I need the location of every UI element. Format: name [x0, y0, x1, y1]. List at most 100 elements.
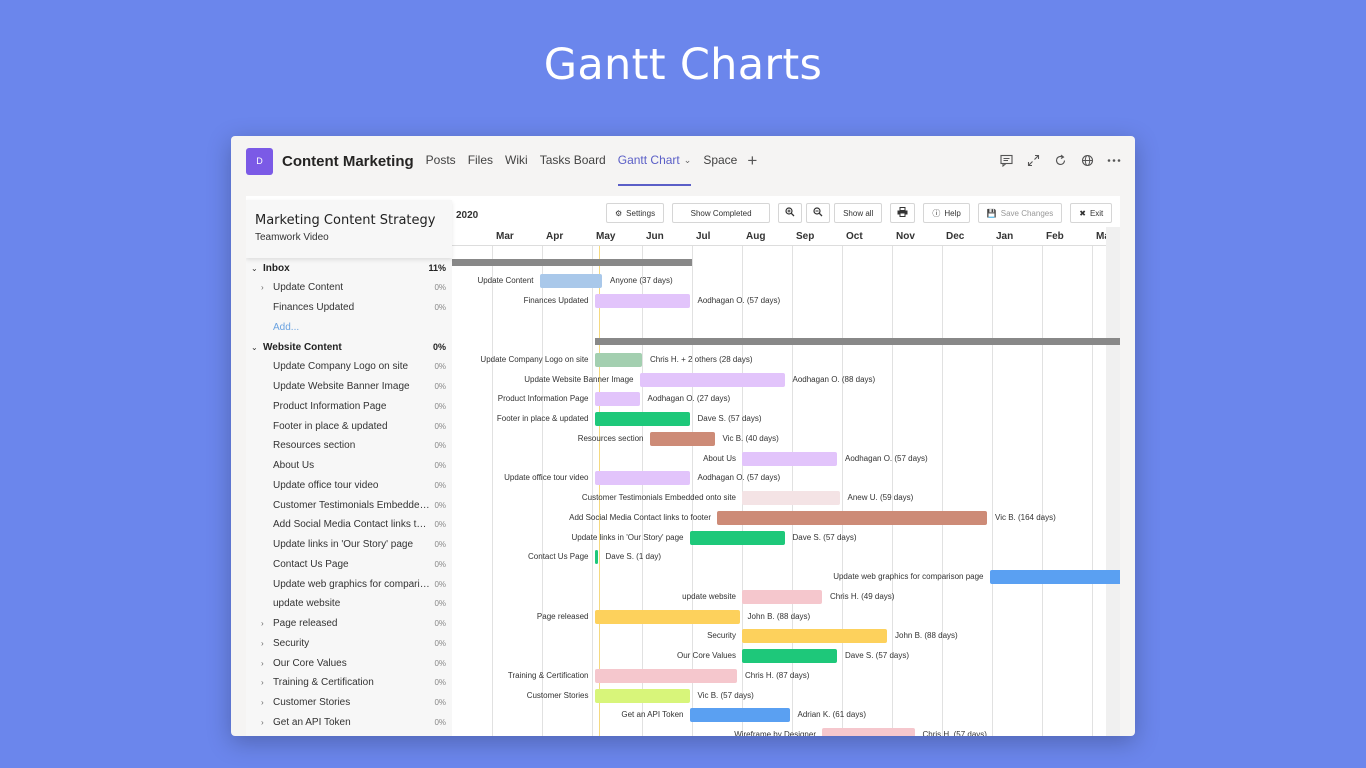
scrollbar[interactable] [1106, 227, 1120, 736]
task-bar[interactable] [742, 491, 840, 505]
task-row[interactable]: › Security 0% [246, 633, 452, 653]
task-bar[interactable] [594, 609, 740, 624]
task-bar[interactable] [594, 471, 690, 486]
show-completed-label: Show Completed [690, 208, 752, 218]
year-label: 2020 [456, 210, 479, 221]
task-progress: 0% [434, 559, 446, 569]
chevron-right-icon[interactable]: › [261, 678, 264, 687]
group-summary-bar[interactable] [594, 338, 1120, 345]
tab-space[interactable]: Space [703, 136, 737, 186]
task-progress: 0% [434, 619, 446, 628]
task-bar[interactable] [594, 392, 640, 407]
task-row[interactable]: ›Wireframe by Designer0% [246, 732, 452, 736]
task-bar-label: Product Information Page [497, 394, 589, 404]
task-bar[interactable] [822, 728, 915, 736]
task-row[interactable]: Footer in place & updated 0% [246, 416, 452, 436]
print-button[interactable] [890, 203, 916, 223]
chevron-right-icon[interactable]: › [261, 718, 264, 727]
tab-tasks-board[interactable]: Tasks Board [540, 136, 606, 186]
tab-posts[interactable]: Posts [426, 136, 456, 186]
task-row[interactable]: › Page released 0% [246, 614, 452, 634]
show-all-button[interactable]: Show all [834, 203, 883, 223]
globe-icon[interactable] [1080, 153, 1094, 167]
task-bar[interactable] [742, 649, 837, 663]
task-group-row[interactable]: ⌄ Website Content 0% [246, 337, 452, 357]
task-row[interactable]: Add Social Media Contact links to footer… [246, 515, 452, 535]
refresh-icon[interactable] [1053, 153, 1067, 167]
task-bar[interactable] [594, 293, 690, 308]
task-row[interactable]: Product Information Page 0% [246, 396, 452, 416]
task-row[interactable]: Resources section 0% [246, 436, 452, 456]
task-row[interactable]: Update Company Logo on site 0% [246, 357, 452, 377]
task-progress: 11% [428, 263, 446, 273]
chevron-right-icon[interactable]: › [261, 283, 264, 292]
task-bar[interactable] [639, 372, 785, 387]
chevron-right-icon[interactable]: › [261, 639, 264, 648]
chevron-down-icon[interactable]: ⌄ [251, 264, 258, 273]
chevron-down-icon[interactable]: ⌄ [684, 155, 692, 166]
task-row[interactable]: › Our Core Values 0% [246, 653, 452, 673]
zoom-out-button[interactable] [806, 203, 831, 223]
task-progress: 0% [434, 678, 446, 688]
task-bar[interactable] [594, 412, 690, 426]
close-icon: ✖ [1079, 208, 1086, 218]
settings-button[interactable]: ⚙ Settings [606, 203, 665, 223]
task-bar-label: Footer in place & updated [496, 414, 589, 423]
month-gridline [992, 227, 993, 736]
task-bar[interactable] [689, 530, 785, 545]
show-all-label: Show all [843, 208, 874, 218]
task-bar[interactable] [594, 352, 642, 367]
task-assignee-label: Aodhagan O. (27 days) [647, 394, 731, 404]
task-progress: 0% [434, 362, 446, 372]
task-row[interactable]: Update Website Banner Image 0% [246, 377, 452, 397]
more-icon[interactable] [1107, 153, 1121, 167]
tab-files[interactable]: Files [468, 136, 493, 186]
exit-button[interactable]: ✖ Exit [1070, 203, 1113, 223]
add-tab-button[interactable]: + [747, 151, 757, 171]
task-row[interactable]: update website 0% [246, 594, 452, 614]
task-row[interactable]: › Update Content 0% [246, 278, 452, 298]
save-changes-button[interactable]: 💾 Save Changes [977, 203, 1063, 223]
task-row[interactable]: › Training & Certification 0% [246, 673, 452, 693]
task-row[interactable]: Update links in 'Our Story' page 0% [246, 535, 452, 555]
task-bar[interactable] [742, 589, 822, 604]
task-bar[interactable] [594, 550, 598, 565]
task-bar[interactable] [649, 431, 715, 446]
add-task-row[interactable]: Add... [246, 317, 452, 337]
task-bar[interactable] [742, 629, 887, 644]
tab-wiki[interactable]: Wiki [505, 136, 528, 186]
task-row[interactable]: Contact Us Page 0% [246, 554, 452, 574]
team-avatar[interactable]: D [246, 147, 273, 175]
project-header[interactable]: Marketing Content Strategy Teamwork Vide… [246, 200, 452, 258]
task-progress: 0% [434, 540, 446, 549]
task-row[interactable]: › Customer Stories 0% [246, 693, 452, 713]
task-bar[interactable] [717, 510, 987, 525]
task-bar[interactable] [539, 273, 602, 288]
chevron-right-icon[interactable]: › [261, 619, 264, 628]
task-bar[interactable] [594, 668, 737, 683]
tab-gantt-chart[interactable]: Gantt Chart ⌄ [617, 136, 692, 186]
task-row[interactable]: Update web graphics for comparison page0… [246, 574, 452, 594]
task-bar[interactable] [989, 570, 1120, 584]
task-bar[interactable] [594, 688, 690, 703]
chevron-right-icon[interactable]: › [261, 659, 264, 668]
chat-icon[interactable] [999, 153, 1013, 167]
task-row[interactable]: Finances Updated 0% [246, 298, 452, 318]
task-row[interactable]: Update office tour video 0% [246, 475, 452, 495]
group-summary-bar[interactable] [452, 259, 692, 266]
task-progress: 0% [434, 599, 446, 609]
task-assignee-label: Chris H. (49 days) [830, 591, 895, 601]
expand-icon[interactable] [1026, 153, 1040, 167]
show-completed-button[interactable]: Show Completed [672, 203, 771, 223]
task-row[interactable]: › Get an API Token 0% [246, 712, 452, 732]
task-bar[interactable] [689, 708, 790, 723]
task-group-row[interactable]: ⌄ Inbox 11% [246, 258, 452, 278]
chevron-down-icon[interactable]: ⌄ [251, 343, 258, 352]
task-row[interactable]: Customer Testimonials Embedded onto site… [246, 495, 452, 515]
task-row[interactable]: About Us 0% [246, 456, 452, 476]
zoom-in-button[interactable] [778, 203, 803, 223]
help-button[interactable]: ⓘ Help [923, 203, 970, 223]
chevron-right-icon[interactable]: › [261, 698, 264, 707]
month-label: Mar [496, 231, 514, 242]
task-bar[interactable] [742, 451, 837, 466]
